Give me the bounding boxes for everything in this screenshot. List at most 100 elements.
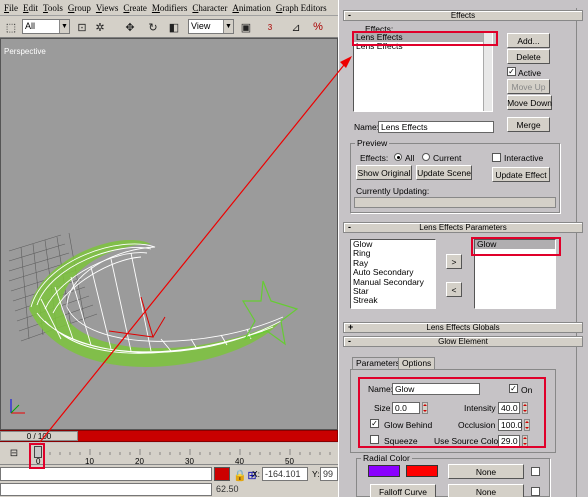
- occlusion-field[interactable]: 100.0: [498, 419, 522, 431]
- selection-filter-value: All: [25, 21, 36, 31]
- pivot-icon[interactable]: ▣: [238, 19, 254, 35]
- use-source-color-label: Use Source Color: [434, 436, 502, 446]
- lens-globals-rollout-header[interactable]: + Lens Effects Globals: [343, 322, 583, 333]
- radial-color-swatch-2[interactable]: [406, 465, 438, 477]
- radial-color-swatch-1[interactable]: [368, 465, 400, 477]
- percent-snap-icon[interactable]: %: [310, 19, 326, 35]
- use-source-color-spinner[interactable]: [522, 435, 528, 447]
- status-bar: 🔒 ⊞ X: -164.101 Y: 99 62.50: [0, 465, 338, 497]
- glow-name-label: Name:: [368, 384, 394, 394]
- rotate-icon[interactable]: ↻: [145, 19, 161, 35]
- glow-name-field[interactable]: Glow: [392, 383, 480, 395]
- collapse-toggle: -: [348, 336, 351, 346]
- menu-views[interactable]: Views: [95, 3, 122, 13]
- update-progress-bar: [354, 197, 556, 208]
- trackbar-toggle-icon[interactable]: ⊟: [6, 445, 22, 461]
- falloff-map-none-button[interactable]: None: [448, 484, 524, 497]
- use-source-color-field[interactable]: 29.0: [498, 435, 520, 447]
- occlusion-spinner[interactable]: [524, 419, 530, 431]
- effects-scope-label: Effects:: [360, 153, 389, 163]
- glow-element-rollout-header[interactable]: - Glow Element: [343, 336, 583, 347]
- size-label: Size: [374, 403, 391, 413]
- add-effect-button[interactable]: Add...: [507, 33, 550, 48]
- reference-coord-dropdown[interactable]: View ▼: [188, 19, 234, 34]
- intensity-field[interactable]: 40.0: [498, 402, 520, 414]
- current-radio[interactable]: [422, 153, 430, 161]
- preview-group-title: Preview: [355, 138, 390, 148]
- menu-modifiers[interactable]: Modifiers: [151, 3, 192, 13]
- x-coordinate-field[interactable]: -164.101: [262, 467, 308, 481]
- add-lens-effect-button[interactable]: >: [446, 254, 462, 269]
- menu-file[interactable]: File: [3, 3, 22, 13]
- size-spinner[interactable]: [422, 402, 428, 414]
- zoom-value: 62.50: [214, 483, 248, 497]
- script-listener-mini[interactable]: [0, 467, 212, 481]
- squeeze-checkbox[interactable]: [370, 435, 379, 444]
- effect-name-label: Name:: [354, 122, 380, 132]
- all-label: All: [405, 153, 415, 163]
- select-object-icon[interactable]: ⊡: [74, 19, 90, 35]
- effects-list[interactable]: Lens Effects Lens Effects: [353, 32, 493, 112]
- on-label: On: [521, 385, 533, 395]
- merge-button[interactable]: Merge: [507, 117, 550, 132]
- radial-map-checkbox[interactable]: [531, 467, 540, 476]
- menu-edit[interactable]: Edit: [22, 3, 42, 13]
- falloff-map-checkbox[interactable]: [531, 487, 540, 496]
- axis-tripod: [10, 399, 25, 414]
- active-label: Active: [518, 68, 542, 78]
- chevron-down-icon: ▼: [59, 20, 69, 33]
- viewport-label[interactable]: Perspective: [4, 47, 46, 56]
- menu-tools[interactable]: Tools: [42, 3, 67, 13]
- glow-behind-checkbox[interactable]: ✓: [370, 419, 379, 428]
- scale-icon[interactable]: ◧: [166, 19, 182, 35]
- delete-effect-button[interactable]: Delete: [507, 49, 550, 64]
- menu-create[interactable]: Create: [122, 3, 151, 13]
- show-original-button[interactable]: Show Original: [356, 165, 412, 180]
- list-scrollbar[interactable]: [483, 33, 492, 111]
- perspective-viewport[interactable]: [0, 38, 338, 430]
- angle-snap-icon[interactable]: ⊿: [288, 19, 304, 35]
- available-lens-effects-list[interactable]: Glow Ring Ray Auto Secondary Manual Seco…: [350, 239, 436, 309]
- effect-name-field[interactable]: Lens Effects: [378, 121, 494, 133]
- remove-lens-effect-button[interactable]: <: [446, 282, 462, 297]
- select-by-name-icon[interactable]: ✲: [92, 19, 108, 35]
- all-radio[interactable]: [394, 153, 402, 161]
- move-up-button[interactable]: Move Up: [507, 79, 550, 94]
- menu-graph-editors[interactable]: Graph Editors: [275, 3, 331, 13]
- time-slider-thumb[interactable]: 0 / 100: [0, 431, 78, 441]
- intensity-spinner[interactable]: [522, 402, 528, 414]
- intensity-label: Intensity: [464, 403, 496, 413]
- active-lens-effects-list[interactable]: Glow: [474, 239, 556, 309]
- lens-params-rollout-header[interactable]: - Lens Effects Parameters: [343, 222, 583, 233]
- update-scene-button[interactable]: Update Scene: [416, 165, 472, 180]
- tab-options[interactable]: Options: [398, 357, 436, 369]
- y-coordinate-field[interactable]: 99: [320, 467, 338, 481]
- lens-globals-title: Lens Effects Globals: [426, 323, 500, 332]
- expand-toggle: +: [348, 322, 354, 332]
- select-region-icon[interactable]: ⬚: [3, 19, 19, 35]
- selection-filter-dropdown[interactable]: All ▼: [22, 19, 70, 34]
- size-field[interactable]: 0.0: [392, 402, 420, 414]
- panel-scrollbar[interactable]: [576, 8, 584, 497]
- tab-parameters[interactable]: Parameters: [352, 357, 404, 369]
- active-checkbox[interactable]: ✓: [507, 67, 516, 76]
- prompt-line: [0, 483, 212, 496]
- radial-map-none-button[interactable]: None: [448, 464, 524, 479]
- move-down-button[interactable]: Move Down: [507, 95, 552, 110]
- chevron-down-icon: ▼: [223, 20, 233, 33]
- active-lens-effect-item[interactable]: Glow: [475, 239, 555, 250]
- effects-list-item[interactable]: Lens Effects: [354, 41, 492, 51]
- menu-bar: File Edit Tools Group Views Create Modif…: [0, 0, 338, 16]
- move-icon[interactable]: ✥: [122, 19, 138, 35]
- interactive-checkbox[interactable]: [492, 153, 501, 162]
- update-effect-button[interactable]: Update Effect: [492, 167, 550, 182]
- menu-animation[interactable]: Animation: [231, 3, 275, 13]
- squeeze-label: Squeeze: [384, 436, 418, 446]
- menu-group[interactable]: Group: [67, 3, 95, 13]
- lens-effect-item[interactable]: Streak: [351, 296, 435, 306]
- on-checkbox[interactable]: ✓: [509, 384, 518, 393]
- effects-rollout-header[interactable]: - Effects: [343, 10, 583, 21]
- snap-toggle-icon[interactable]: 3: [262, 19, 278, 35]
- menu-character[interactable]: Character: [191, 3, 231, 13]
- falloff-curve-button[interactable]: Falloff Curve: [370, 484, 436, 497]
